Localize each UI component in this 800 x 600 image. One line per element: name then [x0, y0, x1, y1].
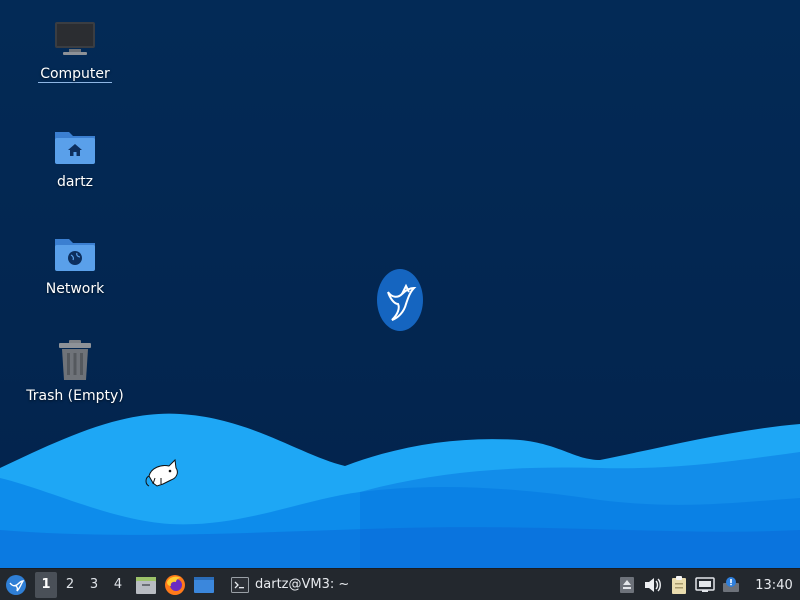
volume-icon	[645, 578, 661, 592]
desktop-icon-home[interactable]: dartz	[20, 122, 130, 190]
system-tray: 13:40	[614, 569, 800, 600]
file-manager-launcher[interactable]	[133, 569, 159, 600]
whisker-menu-button[interactable]	[0, 569, 32, 600]
network-icon	[695, 577, 715, 592]
clock[interactable]: 13:40	[748, 569, 800, 600]
desktop-icon-label: Network	[45, 281, 105, 297]
volume-button[interactable]	[640, 569, 666, 600]
workspace-switcher: 1 2 3 4	[34, 571, 130, 598]
computer-icon	[51, 14, 99, 62]
trash-icon	[51, 336, 99, 384]
terminal-icon	[231, 576, 249, 593]
desktop-icon-label: dartz	[56, 174, 94, 190]
desktop-icon-label: Computer	[38, 66, 112, 83]
eject-button[interactable]	[614, 569, 640, 600]
workspace-2[interactable]: 2	[59, 572, 81, 598]
menu-logo-icon	[6, 574, 26, 595]
eject-icon	[620, 577, 634, 593]
mouse-mascot-icon	[143, 456, 181, 490]
workspace-4[interactable]: 4	[107, 572, 129, 598]
taskbar: 1 2 3 4 dartz@VM3: ~ 13:40	[0, 568, 800, 600]
network-folder-icon	[51, 229, 99, 277]
notification-icon	[723, 577, 739, 592]
desktop-icon-label: Trash (Empty)	[26, 388, 124, 404]
workspace-1[interactable]: 1	[35, 571, 57, 598]
window-icon	[194, 576, 214, 593]
task-title: dartz@VM3: ~	[255, 577, 350, 592]
desktop-icon-trash[interactable]: Trash (Empty)	[20, 336, 130, 404]
workspace-3[interactable]: 3	[83, 572, 105, 598]
window-launcher[interactable]	[191, 569, 217, 600]
file-manager-icon	[136, 576, 156, 594]
distro-logo	[376, 268, 424, 332]
clipboard-button[interactable]	[666, 569, 692, 600]
clipboard-icon	[672, 576, 686, 594]
network-button[interactable]	[692, 569, 718, 600]
desktop-icon-network[interactable]: Network	[20, 229, 130, 297]
home-folder-icon	[51, 122, 99, 170]
taskbar-task-terminal[interactable]: dartz@VM3: ~	[225, 569, 355, 600]
desktop-icon-computer[interactable]: Computer	[20, 14, 130, 83]
notification-button[interactable]	[718, 569, 744, 600]
firefox-launcher[interactable]	[162, 569, 188, 600]
firefox-icon	[165, 574, 185, 595]
